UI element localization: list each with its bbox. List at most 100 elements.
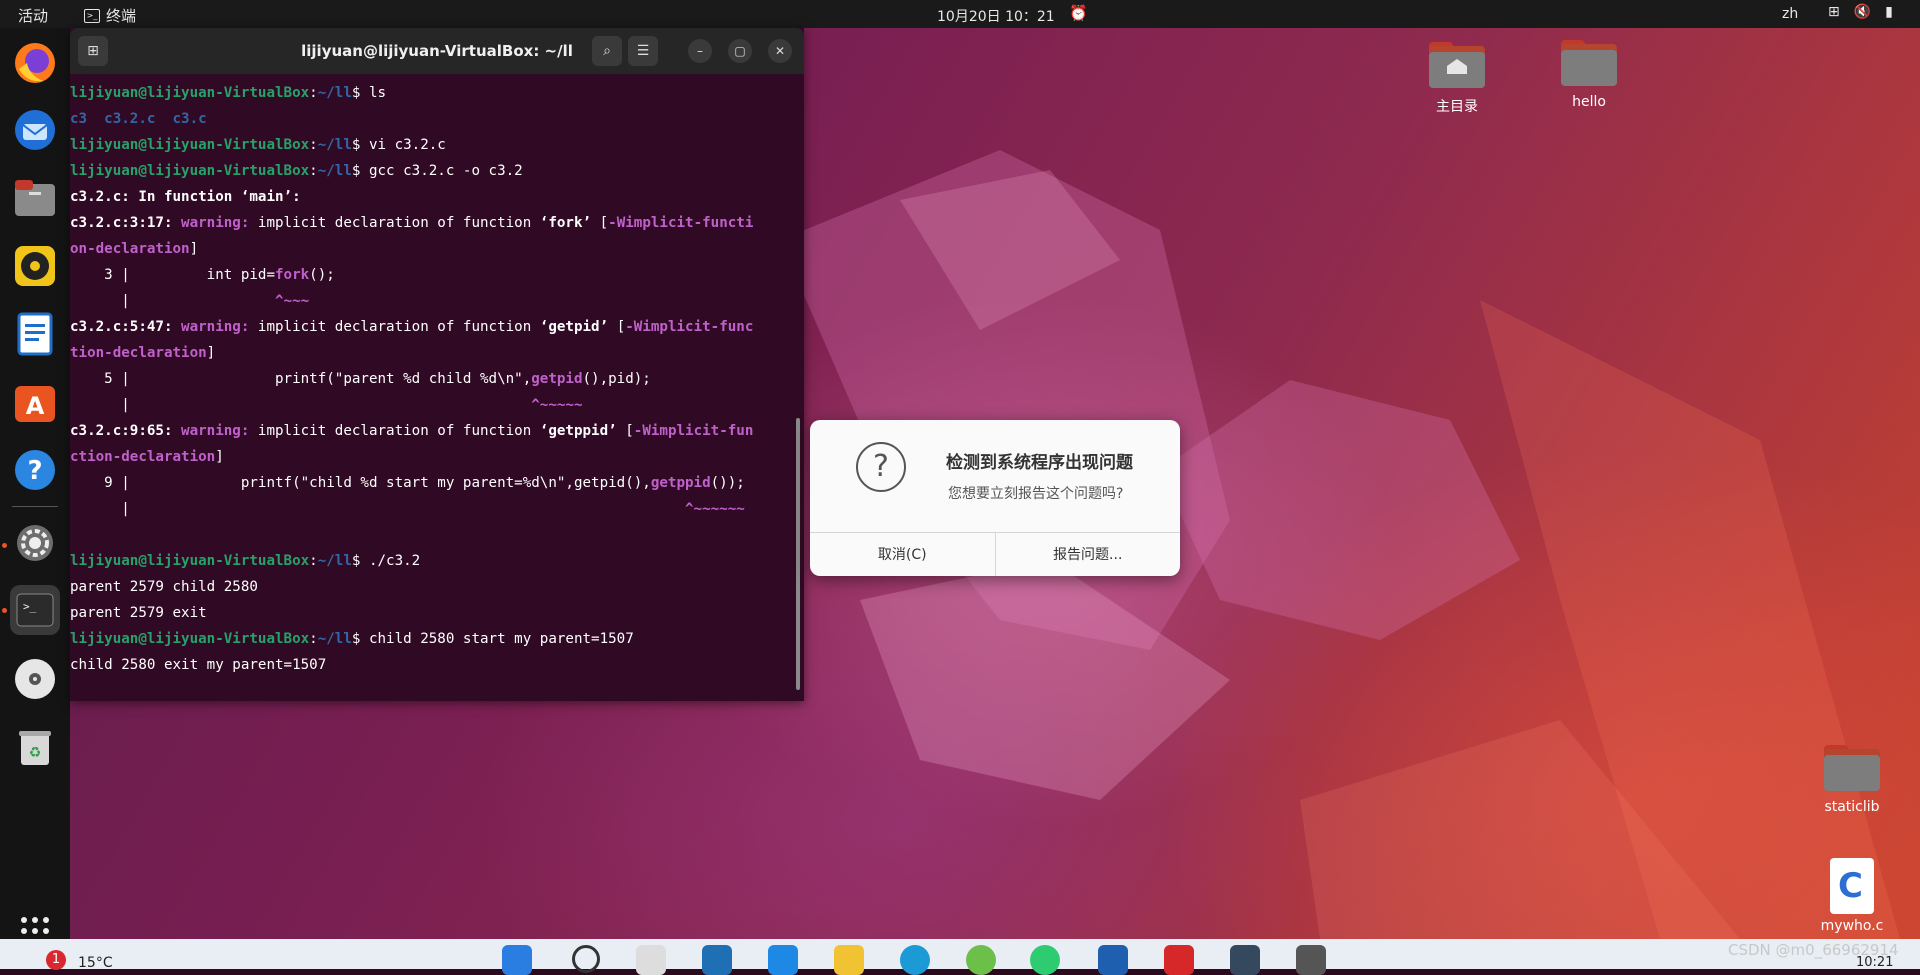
terminal-output[interactable]: lijiyuan@lijiyuan-VirtualBox:~/ll$ ls c3… (70, 80, 790, 678)
search-icon: ⌕ (603, 43, 611, 59)
warning-line: c3.2.c:9:65: warning: implicit declarati… (70, 423, 754, 439)
app-menu-label: 终端 (106, 7, 137, 25)
output-line: parent 2579 exit (70, 605, 207, 621)
close-icon: ✕ (774, 44, 786, 58)
dialog-button-row: 取消(C) 报告问题... (810, 532, 1180, 576)
desktop-icon-staticlib[interactable]: staticlib (1807, 745, 1897, 815)
close-button[interactable]: ✕ (768, 39, 792, 63)
output-line: c3.2.c: In function ‘main’: (70, 189, 301, 205)
dock: A ? >_ ♻ (0, 28, 70, 945)
desktop-icon-label: mywho.c (1820, 918, 1884, 934)
home-folder-icon (1429, 42, 1485, 88)
desktop-icon-label: 主目录 (1436, 99, 1478, 115)
code-line: 3 | int pid=fork(); (70, 267, 335, 283)
output-line: parent 2579 child 2580 (70, 579, 258, 595)
volume-icon: 🔇 (1853, 4, 1872, 20)
activities-button[interactable]: 活动 (18, 5, 48, 26)
prompt-line: lijiyuan@lijiyuan-VirtualBox:~/ll$ gcc c… (70, 163, 523, 179)
caret-line: | ^~~~~~ (70, 397, 583, 413)
svg-text:?: ? (27, 456, 42, 486)
error-report-dialog: ? 检测到系统程序出现问题 您想要立刻报告这个问题吗? 取消(C) 报告问题..… (810, 420, 1180, 576)
desktop-icon-mywho[interactable]: C mywho.c (1807, 858, 1897, 934)
app-menu[interactable]: >_ 终端 (84, 5, 136, 26)
firefox-icon[interactable] (10, 38, 60, 88)
dock-separator (12, 506, 58, 507)
start-icon[interactable] (502, 945, 532, 975)
task-view-icon[interactable] (636, 945, 666, 975)
code-line: 5 | printf("parent %d child %d\n",getpid… (70, 371, 651, 387)
writer-icon[interactable] (10, 309, 60, 359)
top-bar: 活动 >_ 终端 10月20日 10：21 ⏰ zh ⊞ 🔇 ▮ (0, 0, 1920, 28)
dialog-title: 检测到系统程序出现问题 (946, 453, 1133, 473)
maximize-button[interactable]: ▢ (728, 39, 752, 63)
explorer-icon[interactable] (834, 945, 864, 975)
app4-icon[interactable] (1296, 945, 1326, 975)
folder-icon (1824, 745, 1880, 791)
settings-icon[interactable] (10, 518, 60, 568)
svg-text:♻: ♻ (29, 745, 42, 761)
terminal-scrollbar[interactable] (796, 418, 800, 690)
caret-line: | ^~~~~~~ (70, 501, 745, 517)
hamburger-icon: ☰ (636, 43, 650, 59)
desktop-icon-home[interactable]: 主目录 (1412, 42, 1502, 116)
output-line: c3 c3.2.c c3.c (70, 111, 207, 127)
rhythmbox-icon[interactable] (10, 241, 60, 291)
prompt-line: lijiyuan@lijiyuan-VirtualBox:~/ll$ vi c3… (70, 137, 446, 153)
help-icon[interactable]: ? (10, 445, 60, 495)
report-problem-button[interactable]: 报告问题... (994, 533, 1181, 576)
dialog-message: 您想要立刻报告这个问题吗? (948, 486, 1124, 502)
running-indicator-terminal (2, 608, 7, 613)
terminal-small-icon: >_ (84, 8, 100, 23)
warning-line: c3.2.c:5:47: warning: implicit declarati… (70, 319, 754, 335)
alarm-icon: ⏰ (1069, 4, 1088, 22)
minimize-button[interactable]: – (688, 39, 712, 63)
host-taskbar (0, 939, 1920, 975)
warning-line: ction-declaration] (70, 449, 224, 465)
system-tray[interactable]: ⊞ 🔇 ▮ (1828, 4, 1893, 20)
terminal-window[interactable]: ⊞ lijiyuan@lijiyuan-VirtualBox: ~/ll ⌕ ☰… (70, 28, 804, 701)
input-method-indicator[interactable]: zh (1782, 6, 1798, 22)
svg-text:>_: >_ (23, 600, 37, 613)
output-line: child 2580 exit my parent=1507 (70, 657, 327, 673)
trash-icon[interactable]: ♻ (10, 722, 60, 772)
wechat-icon[interactable] (1030, 945, 1060, 975)
terminal-header[interactable]: ⊞ lijiyuan@lijiyuan-VirtualBox: ~/ll ⌕ ☰… (70, 28, 804, 74)
running-indicator (2, 543, 7, 548)
battery-icon: ▮ (1885, 4, 1893, 20)
notification-badge: 1 (46, 950, 66, 970)
search-button[interactable]: ⌕ (592, 36, 622, 66)
clock[interactable]: 10月20日 10：21 (937, 6, 1055, 26)
prompt-line: lijiyuan@lijiyuan-VirtualBox:~/ll$ ./c3.… (70, 553, 421, 569)
edge-icon[interactable] (900, 945, 930, 975)
code-line: 9 | printf("child %d start my parent=%d\… (70, 475, 745, 491)
software-icon[interactable]: A (10, 377, 60, 427)
menu-button[interactable]: ☰ (628, 36, 658, 66)
network-icon: ⊞ (1828, 4, 1840, 20)
warning-line: on-declaration] (70, 241, 199, 257)
terminal-icon[interactable]: >_ (10, 585, 60, 635)
desktop-icon-hello[interactable]: hello (1544, 40, 1634, 110)
desktop-icon-label: staticlib (1824, 799, 1880, 815)
c-file-icon: C (1830, 858, 1874, 914)
virtualbox-icon[interactable] (1230, 945, 1260, 975)
prompt-line: lijiyuan@lijiyuan-VirtualBox:~/ll$ child… (70, 631, 634, 647)
svg-text:A: A (26, 392, 45, 420)
desktop-icon-label: hello (1572, 94, 1606, 110)
cancel-button[interactable]: 取消(C) (810, 533, 995, 576)
folder-icon (1561, 40, 1617, 86)
warning-line: tion-declaration] (70, 345, 216, 361)
shield-icon[interactable] (768, 945, 798, 975)
watermark: CSDN @m0_66962914 (1728, 941, 1899, 959)
prompt-line: lijiyuan@lijiyuan-VirtualBox:~/ll$ ls (70, 85, 387, 101)
app3-icon[interactable] (1164, 945, 1194, 975)
question-icon: ? (856, 442, 906, 492)
files-icon[interactable] (10, 173, 60, 223)
warning-line: c3.2.c:3:17: warning: implicit declarati… (70, 215, 754, 231)
disc-icon[interactable] (10, 654, 60, 704)
app2-icon[interactable] (1098, 945, 1128, 975)
store-icon[interactable] (702, 945, 732, 975)
thunderbird-icon[interactable] (10, 105, 60, 155)
app-icon[interactable] (966, 945, 996, 975)
caret-line: | ^~~~ (70, 293, 310, 309)
